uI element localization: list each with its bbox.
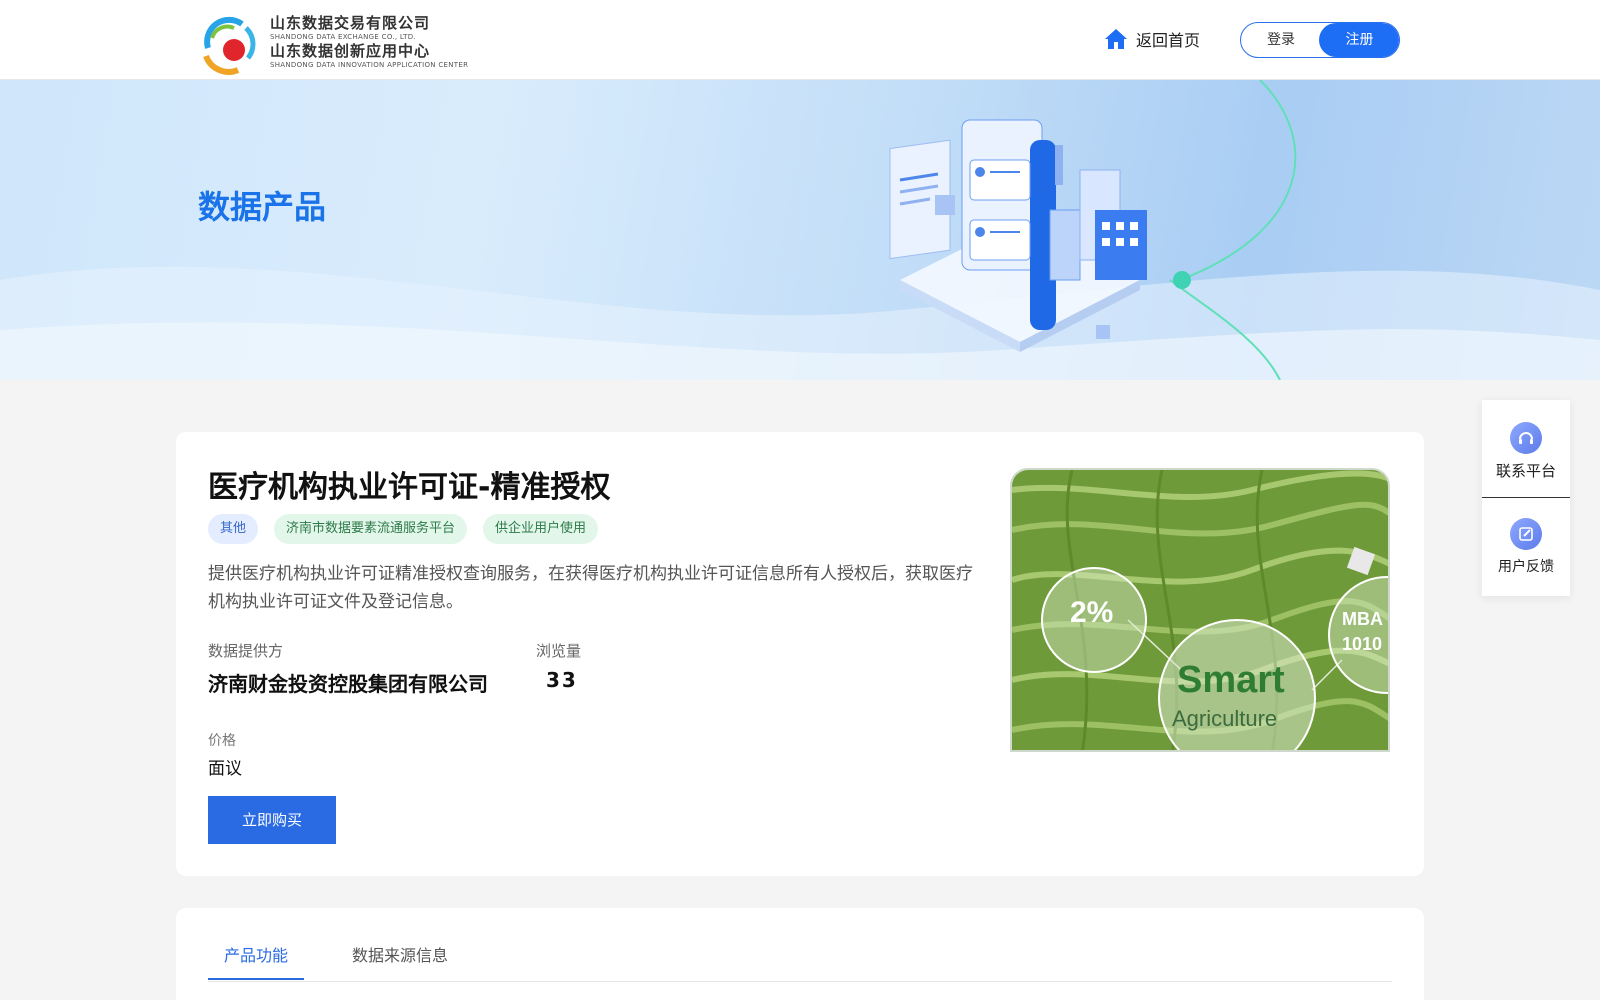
home-link-label: 返回首页 — [1136, 31, 1201, 50]
views-label: 浏览量 — [536, 642, 582, 660]
image-num-text: 1010 — [1342, 634, 1382, 654]
views-value: 33 — [546, 668, 578, 692]
image-percent-text: 2% — [1070, 596, 1113, 629]
provider-value: 济南财金投资控股集团有限公司 — [208, 672, 488, 696]
data-product-illustration — [889, 80, 1297, 380]
image-agri-text: Agriculture — [1172, 706, 1277, 731]
logo-mark-icon — [203, 16, 256, 75]
user-feedback-button[interactable]: 用户反馈 — [1482, 518, 1570, 576]
product-image: 2% Smart Agriculture MBA 1010 — [1010, 468, 1390, 752]
logo-en-line-2: SHANDONG DATA INNOVATION APPLICATION CEN… — [270, 61, 469, 69]
login-button[interactable]: 登录 — [1241, 23, 1321, 57]
top-header: 山东数据交易有限公司 SHANDONG DATA EXCHANGE CO., L… — [0, 0, 1600, 80]
home-link[interactable]: 返回首页 — [1104, 26, 1200, 52]
banner-title: 数据产品 — [198, 188, 327, 226]
provider-label: 数据提供方 — [208, 642, 284, 660]
product-tags: 其他 济南市数据要素流通服务平台 供企业用户使用 — [208, 514, 599, 544]
user-feedback-label: 用户反馈 — [1498, 559, 1554, 575]
contact-platform-label: 联系平台 — [1495, 462, 1556, 480]
detail-tabs-card: 产品功能 数据来源信息 — [176, 908, 1424, 1000]
tab-data-source[interactable]: 数据来源信息 — [352, 942, 448, 966]
logo-cn-line-2: 山东数据创新应用中心 — [270, 42, 431, 60]
image-smart-text: Smart — [1177, 659, 1285, 701]
tag-platform: 济南市数据要素流通服务平台 — [274, 514, 468, 544]
contact-platform-button[interactable]: 联系平台 — [1482, 422, 1570, 481]
logo-cn-line-1: 山东数据交易有限公司 — [270, 14, 431, 32]
floating-side-widget: 联系平台 用户反馈 — [1482, 400, 1570, 596]
buy-now-button[interactable]: 立即购买 — [208, 796, 336, 844]
tag-category: 其他 — [208, 514, 259, 544]
product-description: 提供医疗机构执业许可证精准授权查询服务，在获得医疗机构执业许可证信息所有人授权后… — [208, 564, 973, 612]
tabs-divider — [208, 981, 1392, 982]
product-card: 医疗机构执业许可证-精准授权 其他 济南市数据要素流通服务平台 供企业用户使用 … — [176, 432, 1424, 876]
image-mba-text: MBA — [1342, 609, 1383, 629]
auth-buttons: 登录 注册 — [1240, 22, 1400, 58]
home-icon — [1105, 29, 1127, 49]
register-button[interactable]: 注册 — [1319, 23, 1399, 57]
active-tab-indicator — [208, 978, 304, 980]
price-label: 价格 — [208, 733, 236, 749]
side-divider — [1482, 497, 1570, 498]
edit-icon — [1510, 518, 1542, 550]
company-logo[interactable]: 山东数据交易有限公司 SHANDONG DATA EXCHANGE CO., L… — [198, 12, 468, 76]
page-banner: 数据产品 — [0, 80, 1600, 380]
tag-audience: 供企业用户使用 — [483, 514, 599, 544]
smart-agriculture-image: 2% Smart Agriculture MBA 1010 — [1012, 470, 1388, 750]
headset-icon — [1510, 422, 1542, 454]
price-value: 面议 — [208, 759, 242, 779]
tab-product-function[interactable]: 产品功能 — [224, 942, 288, 966]
banner-wave-decoration — [0, 266, 1600, 380]
logo-en-line-1: SHANDONG DATA EXCHANGE CO., LTD. — [270, 33, 416, 41]
product-title: 医疗机构执业许可证-精准授权 — [208, 470, 611, 505]
